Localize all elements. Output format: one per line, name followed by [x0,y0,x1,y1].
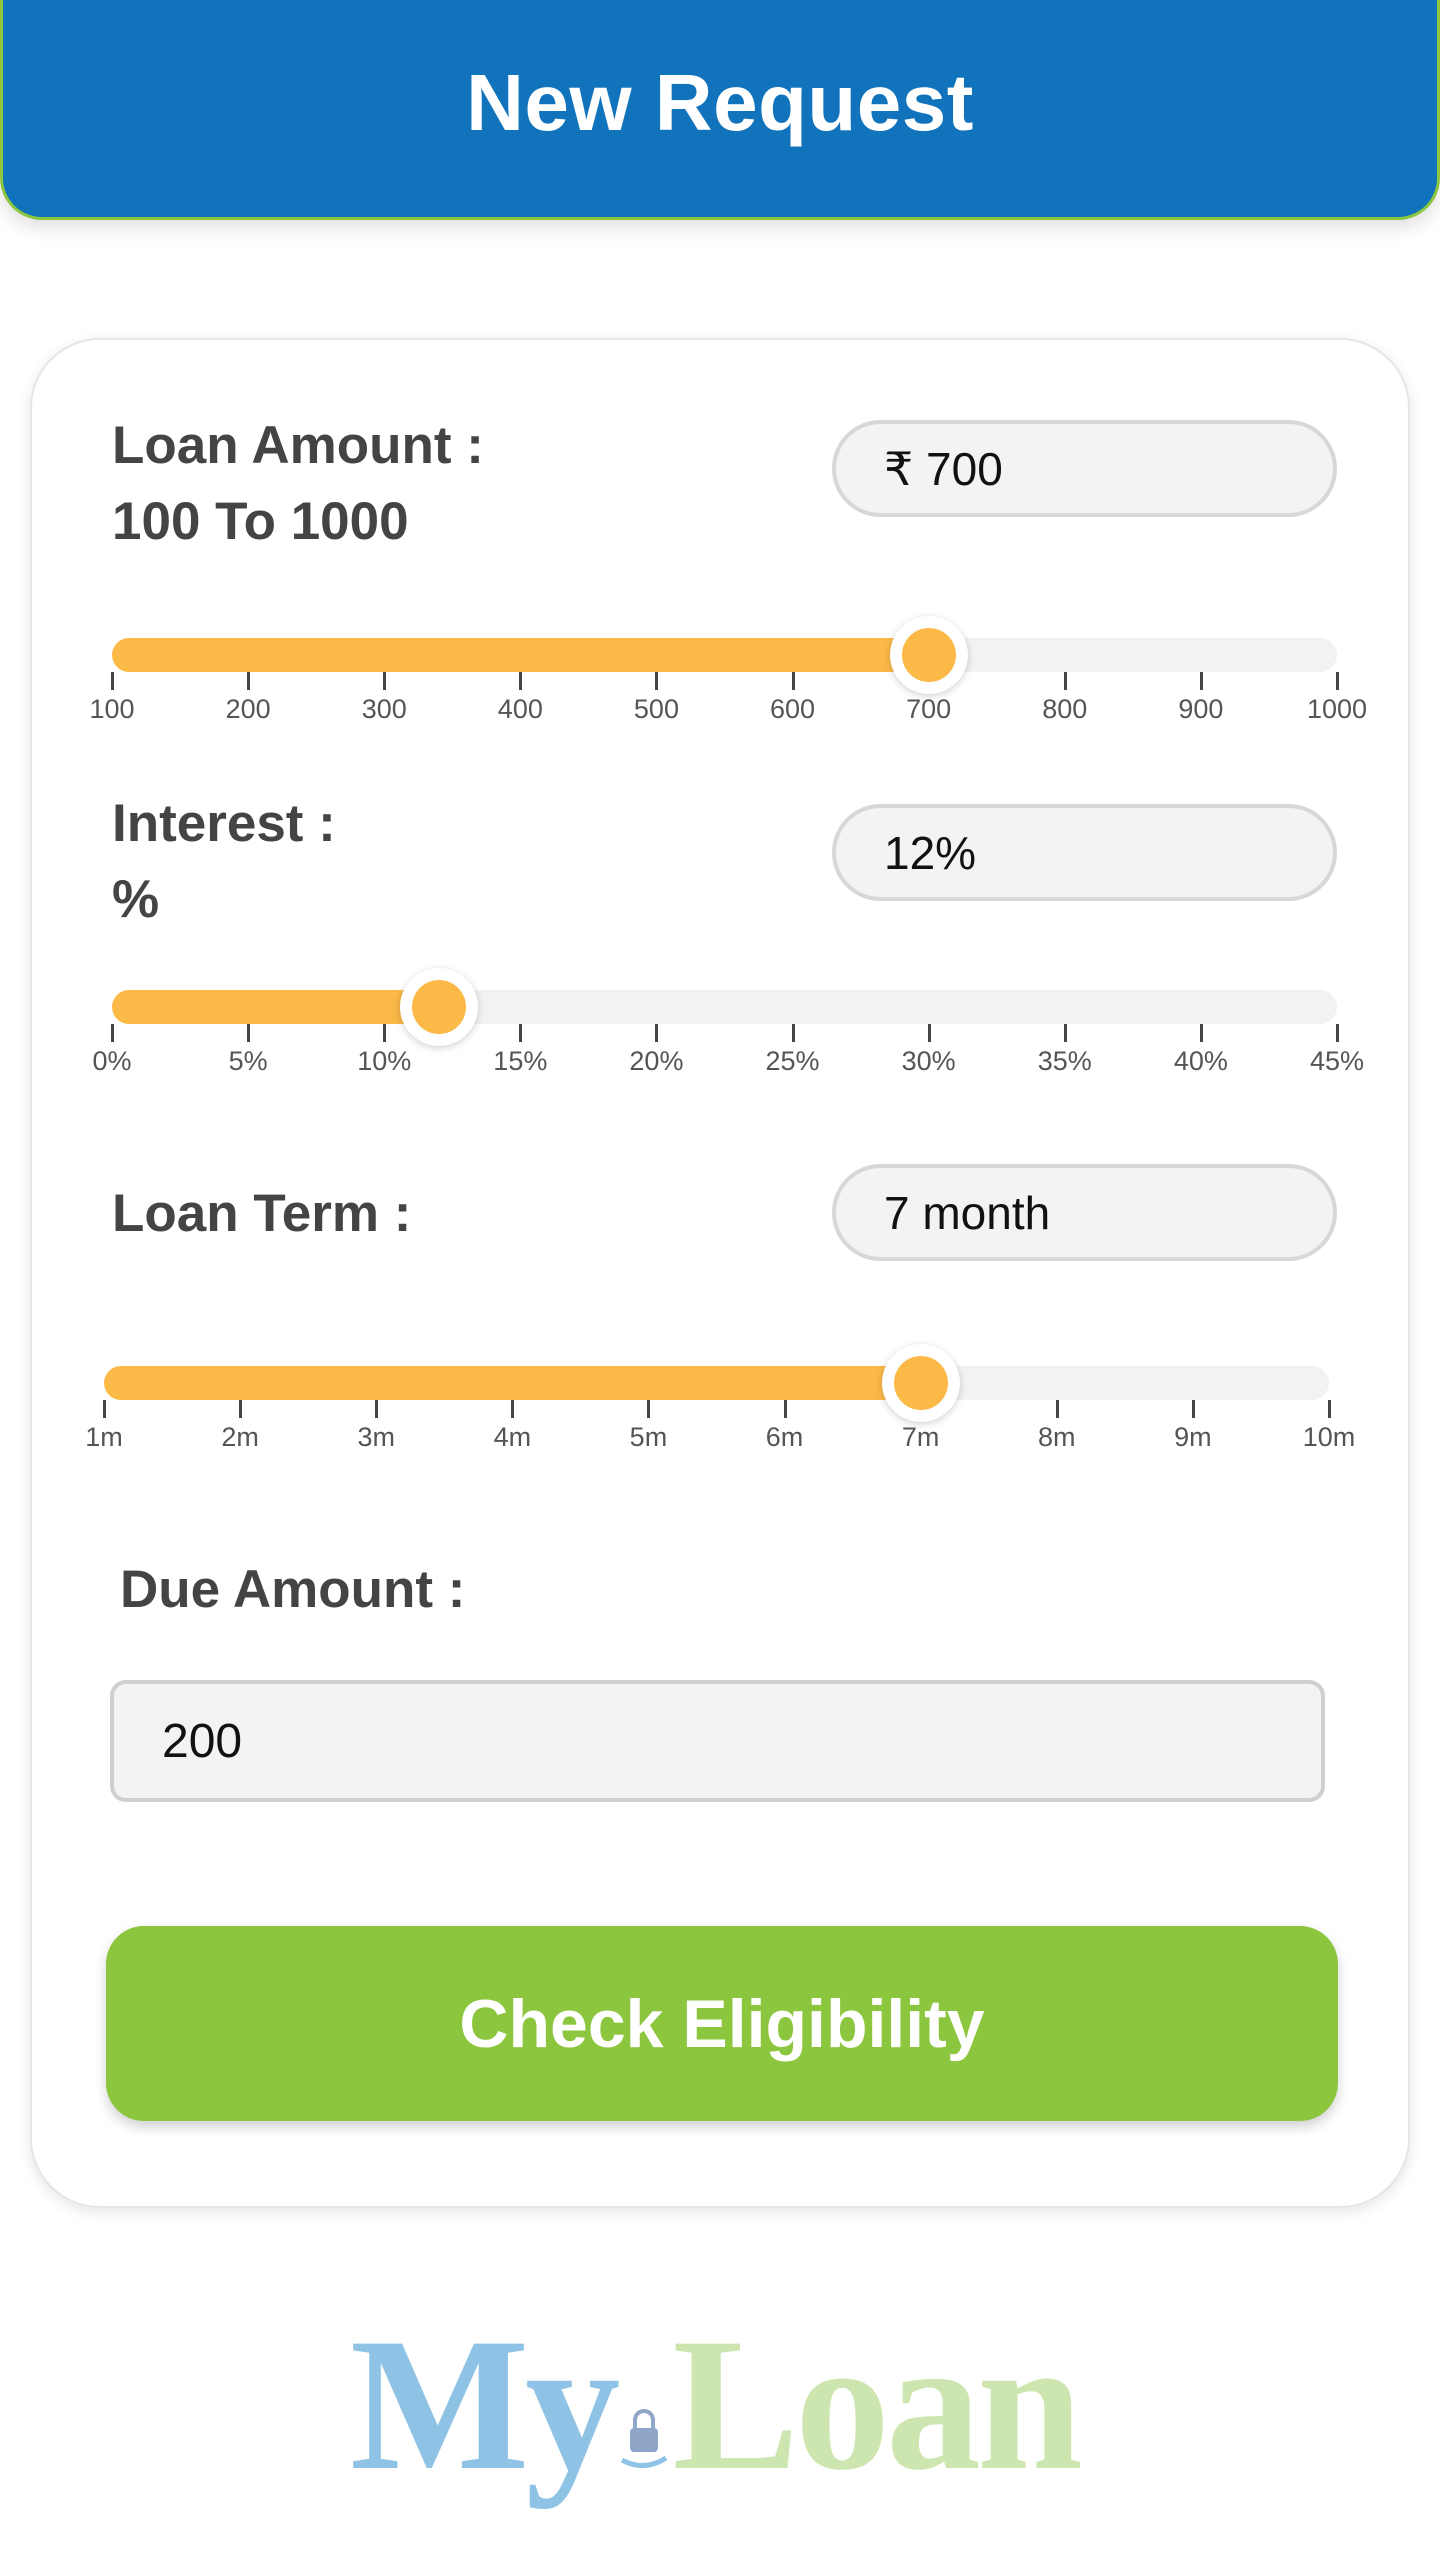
interest-value: 12% [884,826,977,879]
loan-term-fill [104,1366,921,1400]
slider-tick-label: 100 [89,694,135,724]
slider-tick-label: 500 [633,694,679,724]
logo-my-text: My [350,2300,620,2510]
slider-tick [1191,1400,1195,1418]
loan-amount-label: Loan Amount : 100 To 1000 [112,408,484,560]
slider-tick-label: 600 [770,694,816,724]
slider-tick-label: 7m [901,1422,940,1452]
slider-tick-label: 400 [497,694,543,724]
slider-tick [927,1024,931,1042]
slider-tick-label: 45% [1309,1046,1365,1076]
slider-tick-label: 5m [629,1422,668,1452]
interest-thumb[interactable] [399,968,478,1046]
slider-tick-label: 9m [1174,1422,1212,1452]
slider-tick [1055,1400,1059,1418]
slider-tick [111,1024,114,1042]
interest-fill [112,990,439,1024]
slider-tick [791,672,795,690]
slider-tick [1328,1400,1331,1418]
slider-tick [383,672,387,690]
loan-amount-fill [112,638,929,672]
loan-amount-thumb[interactable] [889,616,968,694]
loan-term-title: Loan Term : [112,1184,412,1243]
interest-field[interactable]: 12% [832,804,1337,901]
check-eligibility-button[interactable]: Check Eligibility [106,1926,1338,2121]
slider-tick-label: 35% [1037,1046,1092,1076]
slider-tick-label: 10m [1302,1422,1356,1452]
slider-tick [1063,1024,1067,1042]
loan-term-field[interactable]: 7 month [832,1164,1337,1261]
due-amount-label: Due Amount : [120,1560,466,1619]
slider-tick-label: 6m [765,1422,804,1452]
slider-tick-label: 300 [361,694,407,724]
due-amount-value: 200 [162,1714,243,1768]
loan-term-value: 7 month [884,1186,1051,1239]
slider-tick [783,1400,787,1418]
slider-tick-label: 4m [493,1422,532,1452]
slider-tick-label: 5% [228,1046,268,1076]
page-title: New Request [466,57,974,147]
due-amount-field[interactable]: 200 [110,1680,1325,1802]
slider-tick-label: 800 [1042,694,1088,724]
slider-tick [1336,1024,1339,1042]
interest-slider[interactable]: 0% 5% 10% 15% 20% 25% 30% 35% 40% 45% [92,968,1364,1076]
interest-label: Interest : % [112,786,336,938]
slider-tick [1199,672,1203,690]
slider-tick-label: 0% [92,1046,132,1076]
loan-form-card: Loan Amount : 100 To 1000 ₹ 700 100 200 30… [30,338,1410,2208]
slider-tick [239,1400,243,1418]
slider-tick [647,1400,651,1418]
slider-tick [247,1024,251,1042]
slider-tick-label: 1000 [1306,694,1368,724]
slider-tick [383,1024,387,1042]
slider-tick [655,1024,659,1042]
slider-tick-label: 3m [357,1422,395,1452]
header-bar: New Request [0,0,1440,220]
slider-tick-label: 700 [906,694,952,724]
slider-tick [791,1024,795,1042]
slider-tick-label: 8m [1038,1422,1076,1452]
slider-tick-label: 900 [1178,694,1224,724]
loan-term-label: Loan Term : [112,1176,411,1252]
loan-amount-value: ₹ 700 [884,442,1003,495]
loan-amount-title: Loan Amount : [112,416,484,475]
slider-tick-label: 20% [629,1046,684,1076]
myloan-logo: My Loan [350,2300,1110,2500]
loan-amount-range: 100 To 1000 [112,492,409,551]
slider-tick-label: 10% [357,1046,412,1076]
slider-tick [655,672,659,690]
logo-loan-text: Loan [672,2300,1082,2510]
slider-tick [1336,672,1339,690]
slider-tick-label: 2m [221,1422,259,1452]
slider-tick [1063,672,1067,690]
slider-tick [247,672,251,690]
slider-tick [511,1400,515,1418]
slider-tick [519,1024,523,1042]
loan-amount-slider[interactable]: 100 200 300 400 500 600 700 800 900 1000 [89,616,1367,724]
slider-tick-label: 40% [1173,1046,1228,1076]
slider-tick [1199,1024,1203,1042]
loan-term-slider[interactable]: 1m 2m 3m 4m 5m 6m 7m 8m 9m 10m [85,1344,1355,1452]
slider-tick [375,1400,379,1418]
slider-tick [111,672,114,690]
slider-tick [519,672,523,690]
loan-amount-field[interactable]: ₹ 700 [832,420,1337,517]
slider-tick-label: 25% [765,1046,820,1076]
slider-tick-label: 1m [85,1422,123,1452]
slider-tick-label: 200 [225,694,271,724]
interest-title: Interest : [112,794,336,853]
slider-tick [103,1400,106,1418]
lock-hand-icon [616,2310,672,2500]
slider-tick-label: 30% [901,1046,956,1076]
interest-unit: % [112,870,160,929]
slider-tick-label: 15% [493,1046,548,1076]
loan-term-thumb[interactable] [881,1344,960,1422]
